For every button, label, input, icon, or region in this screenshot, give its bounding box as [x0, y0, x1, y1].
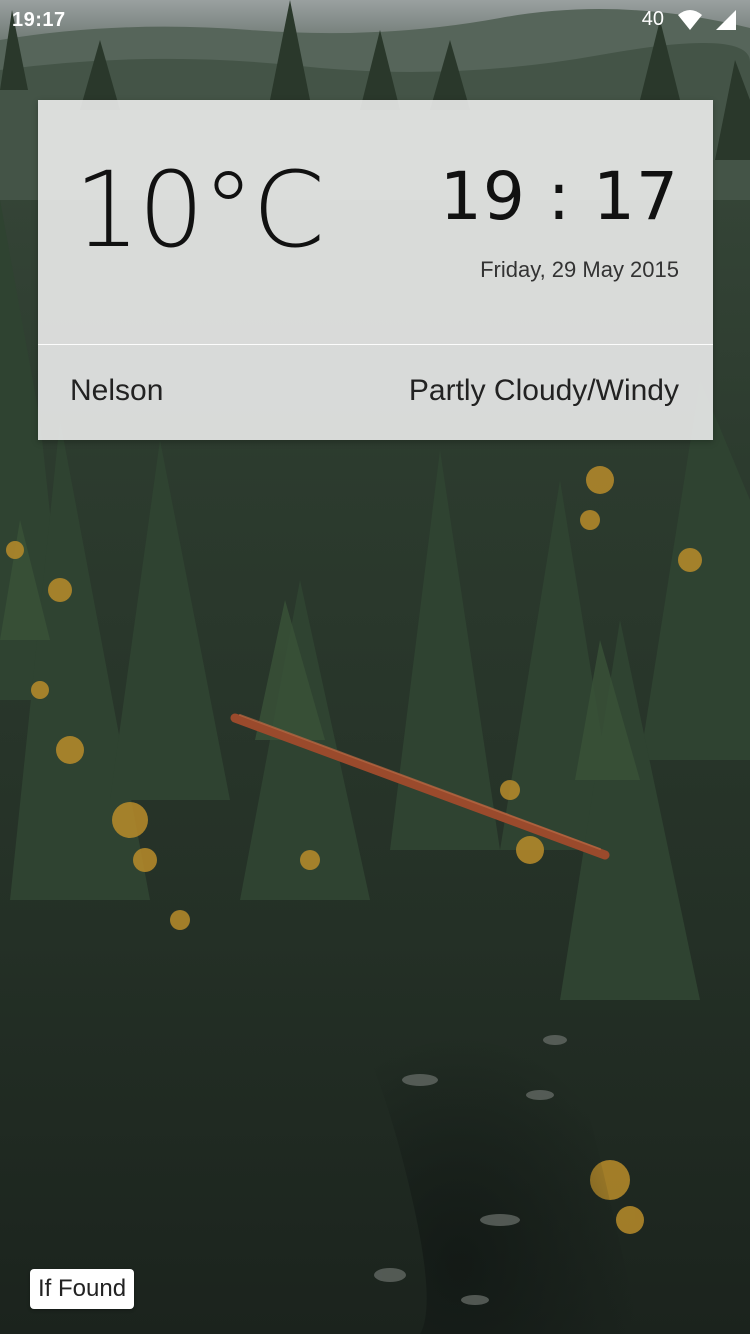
if-found-button[interactable]: If Found [30, 1269, 135, 1309]
status-icons: 40 [642, 8, 736, 31]
widget-divider [38, 344, 713, 345]
signal-indicator-text: 40 [641, 8, 664, 30]
lock-screen: 19:17 40 10°C 19 : 17 Friday, 29 May 201… [0, 0, 750, 1334]
weather-clock-widget[interactable]: 10°C 19 : 17 Friday, 29 May 2015 Nelson … [38, 100, 713, 440]
cell-signal-icon [716, 9, 736, 30]
status-bar: 19:17 40 [0, 0, 750, 42]
location-label: Nelson [70, 374, 164, 407]
clock-display: 19 : 17 [439, 158, 679, 235]
weather-condition-label: Partly Cloudy/Windy [408, 374, 679, 407]
date-display: Friday, 29 May 2015 [480, 257, 679, 282]
temperature-display: 10°C [74, 149, 325, 271]
status-time: 19:17 [12, 9, 66, 31]
wifi-icon [678, 9, 702, 30]
